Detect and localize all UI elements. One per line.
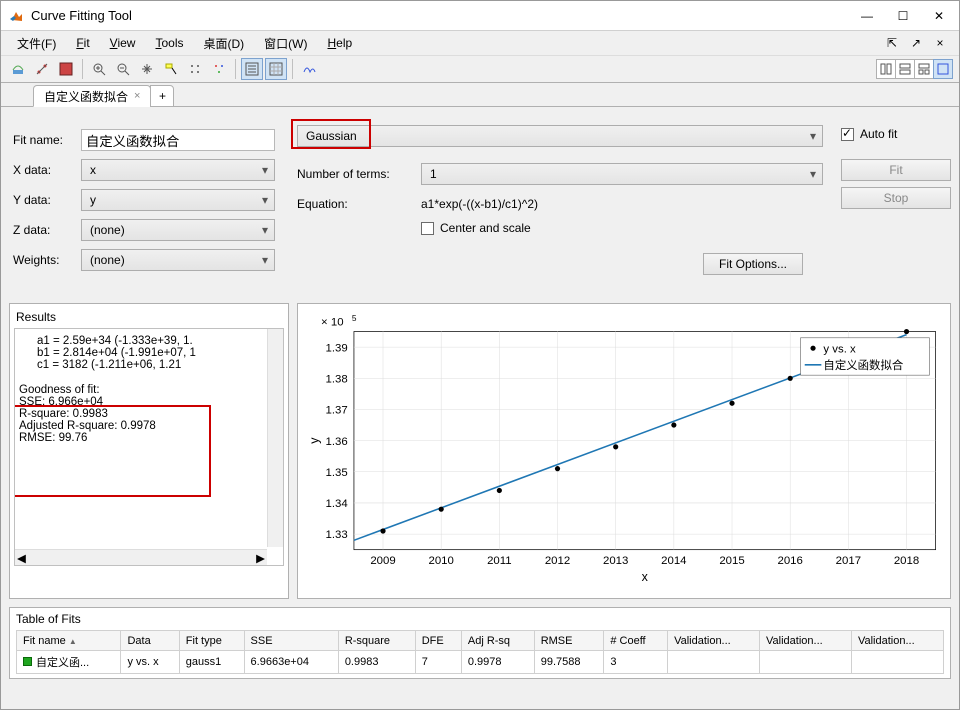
fit-method-select[interactable]: Gaussian xyxy=(297,125,823,147)
title-bar: Curve Fitting Tool — ☐ ✕ xyxy=(1,1,959,31)
chart-panel: 2009 2010 2011 2012 2013 2014 2015 2016 2017 2018… xyxy=(297,303,951,599)
layout-3-icon[interactable] xyxy=(914,59,934,79)
svg-text:1.39: 1.39 xyxy=(326,342,348,354)
fits-table-panel: Table of Fits Fit name ▲DataFit typeSSER… xyxy=(9,607,951,679)
center-scale-checkbox[interactable]: Center and scale xyxy=(421,221,531,235)
svg-text:1.37: 1.37 xyxy=(326,405,348,417)
tab-bar: 自定义函数拟合 × + xyxy=(1,83,959,107)
menu-bar: 文件(F) Fit View Tools 桌面(D) 窗口(W) Help ⇱ … xyxy=(1,31,959,55)
menu-window[interactable]: 窗口(W) xyxy=(256,33,315,54)
maximize-button[interactable]: ☐ xyxy=(891,6,915,26)
fit-options-button[interactable]: Fit Options... xyxy=(703,253,803,275)
fit-control-panel: Auto fit Fit Stop xyxy=(841,115,951,295)
layout-2-icon[interactable] xyxy=(895,59,915,79)
menu-desktop[interactable]: 桌面(D) xyxy=(196,33,253,54)
svg-text:1.33: 1.33 xyxy=(326,529,348,541)
menu-tools[interactable]: Tools xyxy=(147,34,191,52)
status-bar xyxy=(1,687,959,709)
xdata-select[interactable]: x xyxy=(81,159,275,181)
zoom-out-icon[interactable] xyxy=(112,58,134,80)
nterms-label: Number of terms: xyxy=(297,167,421,181)
weights-label: Weights: xyxy=(9,253,81,267)
svg-text:1.36: 1.36 xyxy=(326,436,348,448)
zoom-in-icon[interactable] xyxy=(88,58,110,80)
svg-text:y: y xyxy=(308,437,322,444)
svg-text:x: x xyxy=(642,570,649,584)
svg-text:2010: 2010 xyxy=(428,555,453,567)
svg-text:2014: 2014 xyxy=(661,555,687,567)
svg-text:2016: 2016 xyxy=(778,555,803,567)
dock-icon[interactable]: ↗ xyxy=(905,32,927,54)
fits-table-title: Table of Fits xyxy=(16,612,944,626)
zdata-label: Z data: xyxy=(9,223,81,237)
new-fit-icon[interactable] xyxy=(7,58,29,80)
svg-text:1.35: 1.35 xyxy=(326,467,348,479)
results-title: Results xyxy=(14,310,284,324)
menu-file[interactable]: 文件(F) xyxy=(9,33,64,54)
equation-value: a1*exp(-((x-b1)/c1)^2) xyxy=(421,197,538,211)
autofit-checkbox[interactable]: Auto fit xyxy=(841,127,951,141)
results-panel: Results a1 = 2.59e+34 (-1.333e+39, 1. b1… xyxy=(9,303,289,599)
svg-text:2013: 2013 xyxy=(603,555,628,567)
svg-text:2015: 2015 xyxy=(719,555,744,567)
results-text[interactable]: a1 = 2.59e+34 (-1.333e+39, 1. b1 = 2.814… xyxy=(14,328,284,566)
svg-text:1.34: 1.34 xyxy=(326,498,349,510)
tab-close-icon[interactable]: × xyxy=(134,90,140,102)
svg-text:2009: 2009 xyxy=(370,555,395,567)
svg-text:2017: 2017 xyxy=(836,555,861,567)
layout-4-icon[interactable] xyxy=(933,59,953,79)
fits-table[interactable]: Fit name ▲DataFit typeSSER-squareDFEAdj … xyxy=(16,630,944,674)
fit-chart[interactable]: 2009 2010 2011 2012 2013 2014 2015 2016 2017 2018… xyxy=(302,308,946,594)
scrollbar-horizontal[interactable]: ◀▶ xyxy=(15,549,267,565)
zdata-select[interactable]: (none) xyxy=(81,219,275,241)
open-fit-icon[interactable] xyxy=(31,58,53,80)
stop-button[interactable]: Stop xyxy=(841,187,951,209)
fit-config-panel: Fit name: X data: x Y data: y Z data: (n… xyxy=(9,115,279,295)
fitname-input[interactable] xyxy=(81,129,275,151)
svg-text:5: 5 xyxy=(352,313,357,323)
equation-label: Equation: xyxy=(297,197,421,211)
menu-help[interactable]: Help xyxy=(320,34,361,52)
svg-text:× 10: × 10 xyxy=(321,316,344,328)
print-icon[interactable] xyxy=(55,58,77,80)
svg-text:2012: 2012 xyxy=(545,555,570,567)
pan-icon[interactable] xyxy=(136,58,158,80)
tab-add-button[interactable]: + xyxy=(150,85,174,107)
fit-button[interactable]: Fit xyxy=(841,159,951,181)
svg-text:自定义函数拟合: 自定义函数拟合 xyxy=(823,358,903,372)
exclude-icon[interactable] xyxy=(208,58,230,80)
minimize-button[interactable]: — xyxy=(855,6,879,26)
nterms-select[interactable]: 1 xyxy=(421,163,823,185)
ydata-label: Y data: xyxy=(9,193,81,207)
scrollbar-vertical[interactable] xyxy=(267,329,283,547)
tab-label: 自定义函数拟合 xyxy=(44,88,128,105)
fitname-label: Fit name: xyxy=(9,133,81,147)
svg-text:y vs. x: y vs. x xyxy=(823,343,856,355)
svg-text:2011: 2011 xyxy=(487,555,512,567)
weights-select[interactable]: (none) xyxy=(81,249,275,271)
tab-custom-fit[interactable]: 自定义函数拟合 × xyxy=(33,85,151,107)
undock-icon[interactable]: ⇱ xyxy=(881,32,903,54)
menu-fit[interactable]: Fit xyxy=(68,34,97,52)
window-title: Curve Fitting Tool xyxy=(31,8,855,23)
svg-text:1.38: 1.38 xyxy=(326,373,348,385)
app-window: Curve Fitting Tool — ☐ ✕ 文件(F) Fit View … xyxy=(0,0,960,710)
ydata-select[interactable]: y xyxy=(81,189,275,211)
residuals-icon[interactable] xyxy=(298,58,320,80)
brush-icon[interactable] xyxy=(184,58,206,80)
matlab-logo-icon xyxy=(9,8,25,24)
fit-type-panel: Gaussian Number of terms: 1 Equation: a1… xyxy=(297,115,823,295)
close-panel-icon[interactable]: × xyxy=(929,32,951,54)
close-button[interactable]: ✕ xyxy=(927,6,951,26)
xdata-label: X data: xyxy=(9,163,81,177)
grid-toggle-icon[interactable] xyxy=(265,58,287,80)
datacursor-icon[interactable] xyxy=(160,58,182,80)
layout-1-icon[interactable] xyxy=(876,59,896,79)
toolbar xyxy=(1,55,959,83)
menu-view[interactable]: View xyxy=(102,34,144,52)
svg-text:2018: 2018 xyxy=(894,555,919,567)
legend-toggle-icon[interactable] xyxy=(241,58,263,80)
